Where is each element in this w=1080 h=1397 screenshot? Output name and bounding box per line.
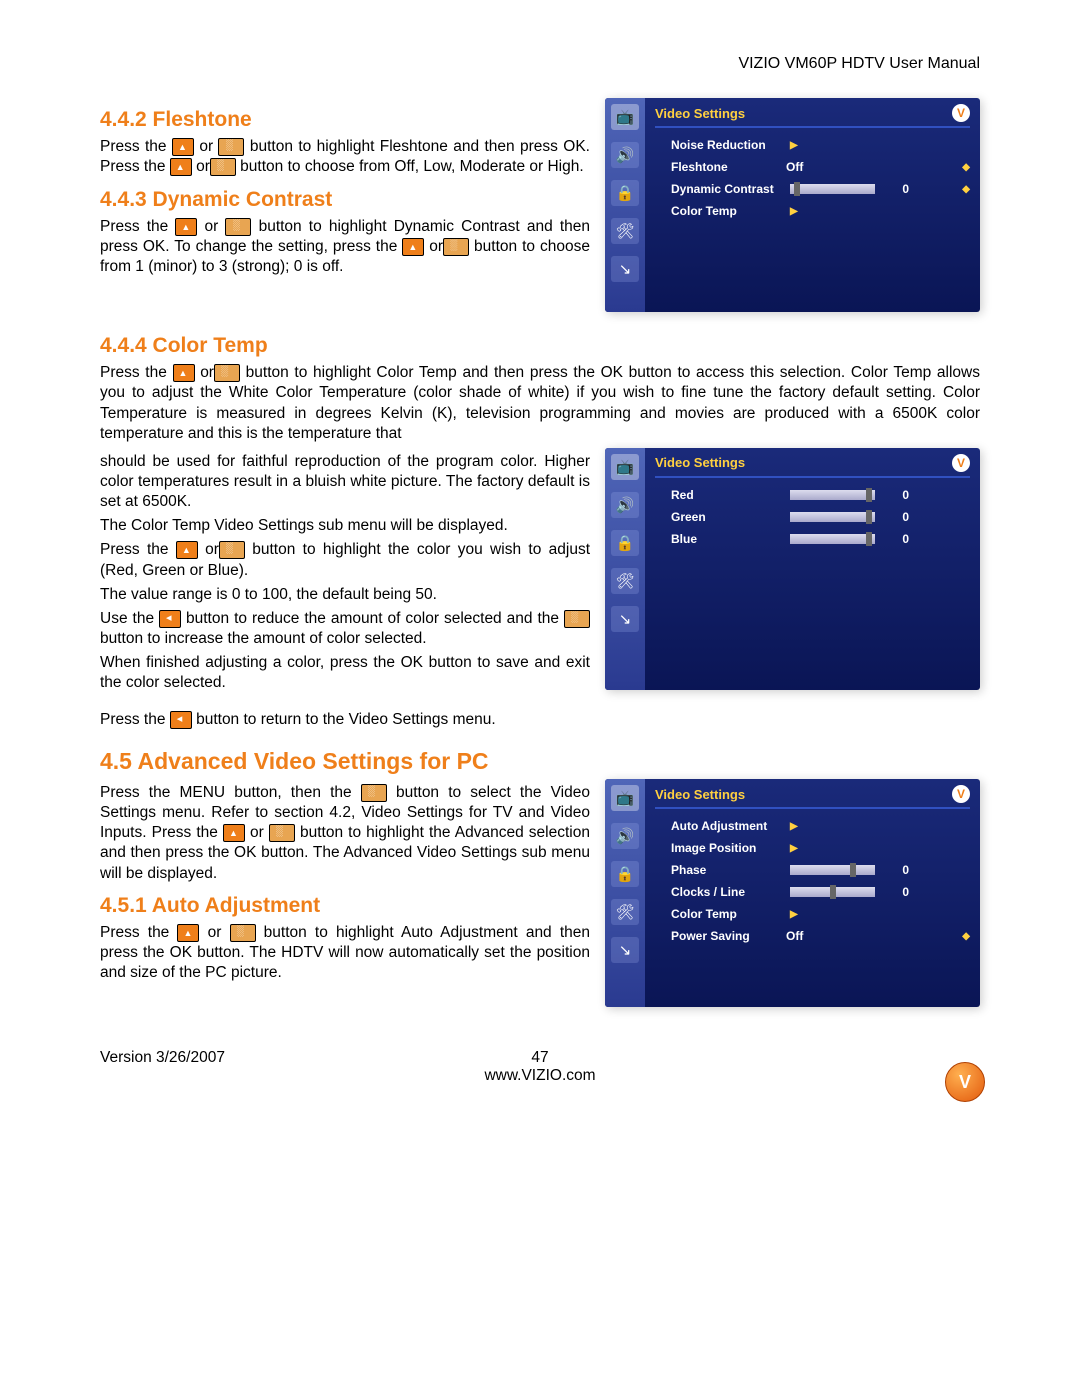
down-button-icon [214,364,240,382]
osd-logo-badge: V [952,785,970,803]
up-button-icon [170,158,192,176]
osd-row: Color Temp▶ [655,200,970,222]
up-button-icon [223,824,245,842]
text-block-color-temp-body: should be used for faithful reproduction… [100,448,590,698]
heading-4-5-1: 4.5.1 Auto Adjustment [100,892,590,919]
footer-page-number: 47 [393,1049,686,1067]
up-button-icon [402,238,424,256]
osd-row: Clocks / Line0 [655,881,970,903]
osd-icon-audio: 🔊 [611,492,639,518]
osd-icon-setup: 🛠 [611,568,639,594]
osd-title: Video Settings [655,787,745,802]
osd-icon-exit: ↘ [611,937,639,963]
heading-4-4-4: 4.4.4 Color Temp [100,332,980,359]
osd-row: Auto Adjustment▶ [655,815,970,837]
osd-row: Image Position▶ [655,837,970,859]
text-block-advanced-pc: Press the MENU button, then the button t… [100,779,590,987]
down-button-icon [269,824,295,842]
footer-url: www.VIZIO.com [100,1067,980,1085]
text-block-fleshtone-dc: 4.4.2 Fleshtone Press the or button to h… [100,98,590,281]
left-button-icon [159,610,181,628]
osd-row: Dynamic Contrast0◆ [655,178,970,200]
osd-row: Phase0 [655,859,970,881]
up-button-icon [176,541,198,559]
osd-row: Blue0 [655,528,970,550]
osd-sidebar: 📺 🔊 🔒 🛠 ↘ [605,98,645,312]
header-product: VIZIO VM60P HDTV User Manual [100,55,980,73]
right-button-icon [564,610,590,628]
osd-sidebar: 📺 🔊 🔒 🛠 ↘ [605,448,645,690]
osd-row: FleshtoneOff◆ [655,156,970,178]
osd-title: Video Settings [655,106,745,121]
osd-logo-badge: V [952,104,970,122]
up-button-icon [177,924,199,942]
osd-row: Power SavingOff◆ [655,925,970,947]
up-button-icon [173,364,195,382]
osd-screenshot-advanced-pc: 📺 🔊 🔒 🛠 ↘ Video Settings V Auto Adjustme… [605,779,980,1007]
osd-icon-lock: 🔒 [611,530,639,556]
osd-icon-audio: 🔊 [611,142,639,168]
down-button-icon [219,541,245,559]
osd-icon-lock: 🔒 [611,861,639,887]
text-block-color-temp-end: Press the button to return to the Video … [100,710,980,730]
footer-version: Version 3/26/2007 [100,1049,393,1067]
up-button-icon [172,138,194,156]
osd-title: Video Settings [655,455,745,470]
osd-row: Noise Reduction▶ [655,134,970,156]
osd-icon-video: 📺 [611,785,639,811]
osd-screenshot-rgb: 📺 🔊 🔒 🛠 ↘ Video Settings V Red0 Green0 B… [605,448,980,690]
down-button-icon [210,158,236,176]
nav-button-icon [361,784,387,802]
osd-icon-audio: 🔊 [611,823,639,849]
vizio-logo-icon: V [945,1062,985,1102]
osd-icon-lock: 🔒 [611,180,639,206]
osd-logo-badge: V [952,454,970,472]
down-button-icon [230,924,256,942]
down-button-icon [218,138,244,156]
down-button-icon [225,218,251,236]
osd-screenshot-video-settings-1: 📺 🔊 🔒 🛠 ↘ Video Settings V Noise Reducti… [605,98,980,312]
osd-sidebar: 📺 🔊 🔒 🛠 ↘ [605,779,645,1007]
heading-4-4-2: 4.4.2 Fleshtone [100,106,590,133]
left-button-icon [170,711,192,729]
osd-icon-setup: 🛠 [611,899,639,925]
footer: Version 3/26/2007 47 www.VIZIO.com V [100,1049,980,1097]
osd-row: Red0 [655,484,970,506]
text-block-color-temp-top: 4.4.4 Color Temp Press the or button to … [100,332,980,444]
osd-icon-setup: 🛠 [611,218,639,244]
heading-4-4-3: 4.4.3 Dynamic Contrast [100,186,590,213]
up-button-icon [175,218,197,236]
osd-row: Color Temp▶ [655,903,970,925]
osd-icon-video: 📺 [611,454,639,480]
osd-icon-exit: ↘ [611,606,639,632]
osd-icon-video: 📺 [611,104,639,130]
osd-icon-exit: ↘ [611,256,639,282]
heading-4-5: 4.5 Advanced Video Settings for PC [100,748,980,775]
osd-row: Green0 [655,506,970,528]
down-button-icon [443,238,469,256]
